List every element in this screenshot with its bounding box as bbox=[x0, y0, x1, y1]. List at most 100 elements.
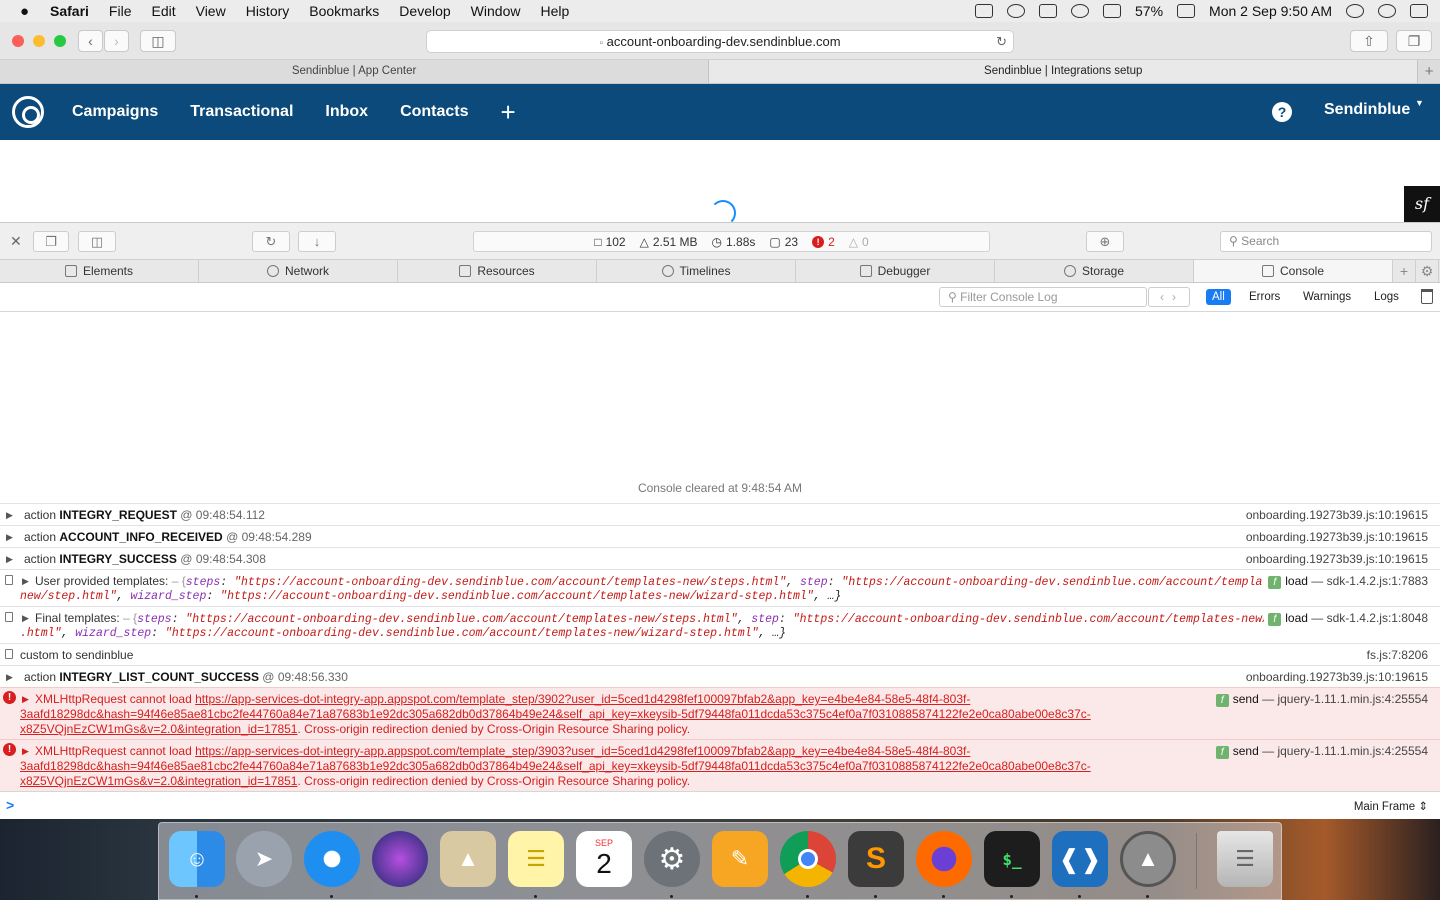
wifi-icon[interactable] bbox=[1071, 4, 1089, 18]
sendinblue-logo-icon[interactable] bbox=[12, 96, 44, 128]
terminal-icon[interactable]: $_ bbox=[984, 831, 1040, 887]
filter-logs-button[interactable]: Logs bbox=[1368, 289, 1405, 305]
reload-page-button[interactable]: ↻ bbox=[252, 231, 290, 252]
menu-window[interactable]: Window bbox=[471, 3, 521, 19]
element-picker-button[interactable]: ⊕ bbox=[1086, 231, 1124, 252]
inspector-search-input[interactable]: ⚲ Search bbox=[1220, 231, 1432, 252]
trash-icon[interactable]: ☰ bbox=[1217, 831, 1273, 887]
error-url[interactable]: https://app-services-dot-integry-app.app… bbox=[195, 744, 970, 758]
nav-campaigns[interactable]: Campaigns bbox=[72, 103, 158, 121]
show-tabs-button[interactable]: ❐ bbox=[1396, 30, 1432, 52]
siri-icon[interactable] bbox=[372, 831, 428, 887]
settings-gear-icon[interactable]: ⚙ bbox=[1416, 260, 1439, 282]
docker-icon[interactable] bbox=[1039, 4, 1057, 18]
creative-cloud-icon[interactable] bbox=[1007, 4, 1025, 18]
browser-tab-integrations-setup[interactable]: Sendinblue | Integrations setup bbox=[709, 60, 1419, 83]
menu-edit[interactable]: Edit bbox=[151, 3, 175, 19]
console-source-link[interactable]: f send — jquery-1.11.1.min.js:4:25554 bbox=[1215, 744, 1428, 759]
menu-safari[interactable]: Safari bbox=[50, 3, 89, 19]
execution-context-select[interactable]: Main Frame ⇕ bbox=[1354, 799, 1428, 813]
error-url[interactable]: https://app-services-dot-integry-app.app… bbox=[195, 692, 970, 706]
system-preferences-icon[interactable]: ⚙ bbox=[644, 831, 700, 887]
menu-file[interactable]: File bbox=[109, 3, 132, 19]
siri-menubar-icon[interactable] bbox=[1378, 4, 1396, 18]
tab-debugger[interactable]: Debugger bbox=[796, 260, 995, 282]
new-tab-icon[interactable]: + bbox=[1393, 260, 1416, 282]
spotlight-icon[interactable] bbox=[1346, 4, 1364, 18]
sidebar-button[interactable]: ◫ bbox=[140, 30, 176, 52]
close-window-button[interactable] bbox=[12, 35, 24, 47]
browser-tab-app-center[interactable]: Sendinblue | App Center bbox=[0, 60, 710, 83]
console-entry[interactable]: ▶ action INTEGRY_LIST_COUNT_SUCCESS @ 09… bbox=[0, 665, 1440, 687]
account-menu[interactable]: Sendinblue bbox=[1324, 101, 1410, 119]
caret-down-icon[interactable]: ▼ bbox=[1415, 98, 1424, 108]
filter-errors-button[interactable]: Errors bbox=[1243, 289, 1286, 305]
console-source-link[interactable]: onboarding.19273b39.js:10:19615 bbox=[1246, 670, 1428, 685]
disclosure-triangle-icon[interactable]: ▶ bbox=[22, 744, 29, 759]
disclosure-triangle-icon[interactable]: ▶ bbox=[6, 530, 13, 545]
safari-icon[interactable] bbox=[304, 831, 360, 887]
warning-count[interactable]: △ 0 bbox=[849, 235, 869, 249]
console-source-link[interactable]: fs.js:7:8206 bbox=[1367, 648, 1428, 663]
preview-icon[interactable]: ▲ bbox=[440, 831, 496, 887]
zoom-window-button[interactable] bbox=[54, 35, 66, 47]
console-source-link[interactable]: f load — sdk-1.4.2.js:1:8048 bbox=[1264, 611, 1428, 626]
screen-record-icon[interactable] bbox=[975, 4, 993, 18]
tab-storage[interactable]: Storage bbox=[995, 260, 1194, 282]
disclosure-triangle-icon[interactable]: ▶ bbox=[22, 692, 29, 707]
tab-network[interactable]: Network bbox=[199, 260, 398, 282]
console-source-link[interactable]: onboarding.19273b39.js:10:19615 bbox=[1246, 530, 1428, 545]
chrome-icon[interactable] bbox=[780, 831, 836, 887]
menu-develop[interactable]: Develop bbox=[399, 3, 450, 19]
symfony-toolbar-icon[interactable]: sf bbox=[1404, 186, 1440, 222]
menu-help[interactable]: Help bbox=[540, 3, 569, 19]
console-entry[interactable]: ▶ action ACCOUNT_INFO_RECEIVED @ 09:48:5… bbox=[0, 525, 1440, 547]
menu-bookmarks[interactable]: Bookmarks bbox=[309, 3, 379, 19]
menu-view[interactable]: View bbox=[196, 3, 226, 19]
address-bar[interactable]: ▫ account-onboarding-dev.sendinblue.com … bbox=[426, 30, 1014, 53]
tab-timelines[interactable]: Timelines bbox=[597, 260, 796, 282]
close-inspector-icon[interactable]: ✕ bbox=[10, 233, 22, 250]
console-entry[interactable]: custom to sendinblue fs.js:7:8206 bbox=[0, 643, 1440, 665]
battery-percent[interactable]: 57% bbox=[1135, 3, 1163, 19]
disclosure-triangle-icon[interactable]: ▶ bbox=[6, 508, 13, 523]
console-error-entry[interactable]: ! ▶ XMLHttpRequest cannot load https://a… bbox=[0, 739, 1440, 791]
tab-elements[interactable]: Elements bbox=[0, 260, 199, 282]
notification-center-icon[interactable] bbox=[1410, 4, 1428, 18]
load-time[interactable]: ◷ 1.88s bbox=[712, 235, 756, 249]
nav-add-icon[interactable]: + bbox=[501, 97, 516, 128]
console-prompt-input[interactable]: > Main Frame ⇕ bbox=[0, 791, 1440, 819]
forward-button[interactable]: › bbox=[104, 30, 129, 52]
console-error-entry[interactable]: ! ▶ XMLHttpRequest cannot load https://a… bbox=[0, 687, 1440, 739]
pages-icon[interactable]: ✎ bbox=[712, 831, 768, 887]
share-button[interactable]: ⇧ bbox=[1350, 30, 1388, 52]
firefox-icon[interactable] bbox=[916, 831, 972, 887]
calendar-icon[interactable]: SEP 2 bbox=[576, 831, 632, 887]
sequel-pro-icon[interactable]: ▲ bbox=[1120, 831, 1176, 887]
console-source-link[interactable]: f load — sdk-1.4.2.js:1:7883 bbox=[1264, 574, 1428, 589]
console-source-link[interactable]: f send — jquery-1.11.1.min.js:4:25554 bbox=[1215, 692, 1428, 707]
airplay-icon[interactable] bbox=[1103, 4, 1121, 18]
battery-icon[interactable] bbox=[1177, 4, 1196, 18]
clear-console-trash-icon[interactable] bbox=[1421, 289, 1433, 304]
error-count[interactable]: ! 2 bbox=[812, 235, 835, 249]
resource-count[interactable]: □ 102 bbox=[594, 235, 625, 249]
resource-size[interactable]: △ 2.51 MB bbox=[640, 235, 698, 249]
download-archive-button[interactable]: ↓ bbox=[298, 231, 336, 252]
reload-icon[interactable]: ↻ bbox=[996, 31, 1007, 52]
new-tab-button[interactable]: + bbox=[1418, 60, 1440, 83]
filter-console-input[interactable]: ⚲ Filter Console Log bbox=[939, 287, 1147, 307]
console-entry[interactable]: ▶ User provided templates: – {steps: "ht… bbox=[0, 569, 1440, 606]
dock-side-button[interactable]: ◫ bbox=[78, 231, 116, 252]
disclosure-triangle-icon[interactable]: ▶ bbox=[22, 611, 29, 626]
sublime-text-icon[interactable]: S bbox=[848, 831, 904, 887]
filter-nav-buttons[interactable]: ‹› bbox=[1148, 287, 1190, 307]
console-entry[interactable]: ▶ action INTEGRY_REQUEST @ 09:48:54.112 … bbox=[0, 503, 1440, 525]
console-source-link[interactable]: onboarding.19273b39.js:10:19615 bbox=[1246, 552, 1428, 567]
console-source-link[interactable]: onboarding.19273b39.js:10:19615 bbox=[1246, 508, 1428, 523]
disclosure-triangle-icon[interactable]: ▶ bbox=[6, 670, 13, 685]
vscode-icon[interactable]: ❰❱ bbox=[1052, 831, 1108, 887]
disclosure-triangle-icon[interactable]: ▶ bbox=[6, 552, 13, 567]
tab-console[interactable]: Console bbox=[1194, 260, 1393, 282]
nav-contacts[interactable]: Contacts bbox=[400, 103, 468, 121]
